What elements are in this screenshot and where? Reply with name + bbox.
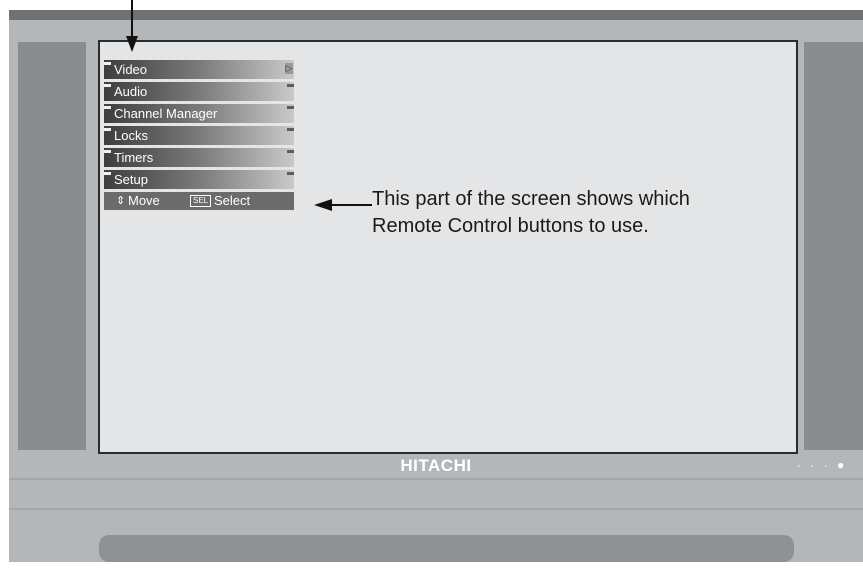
- menu-item-channel-manager[interactable]: Channel Manager: [104, 104, 294, 123]
- right-speaker: [804, 42, 863, 450]
- menu-cap-right: [287, 84, 294, 87]
- left-speaker: [18, 42, 86, 450]
- menu-item-setup[interactable]: Setup: [104, 170, 294, 189]
- power-indicator-icon: · · · ●: [797, 458, 848, 472]
- brand-logo: HITACHI: [400, 456, 472, 475]
- menu-cap-left: [104, 106, 111, 109]
- callout-line-1: This part of the screen shows which: [372, 188, 690, 210]
- tv-top-edge: [9, 10, 863, 20]
- menu-item-label: Timers: [114, 150, 154, 165]
- menu-item-label: Channel Manager: [114, 106, 218, 121]
- select-hint: Select: [214, 193, 251, 208]
- menu-item-label: Video: [114, 62, 148, 77]
- move-hint: Move: [128, 193, 160, 208]
- menu-item-audio[interactable]: Audio: [104, 82, 294, 101]
- bezel-divider-lower: [9, 508, 863, 510]
- menu-cap-right: [287, 106, 294, 109]
- menu-item-label: Audio: [114, 84, 148, 99]
- menu-cap-right: [287, 172, 294, 175]
- callout-line-2: Remote Control buttons to use.: [372, 215, 649, 237]
- menu-cap-left: [104, 150, 111, 153]
- up-down-arrow-icon: ⇕: [116, 195, 126, 207]
- tv-stand: [99, 535, 794, 562]
- menu-item-video[interactable]: Video ▷: [104, 60, 294, 79]
- sel-button-icon: SEL: [190, 195, 212, 207]
- menu-cap-left: [104, 84, 111, 87]
- menu-item-timers[interactable]: Timers: [104, 148, 294, 167]
- menu-cap-left: [104, 172, 111, 175]
- menu-cap-right: [287, 150, 294, 153]
- menu-item-label: Locks: [114, 128, 148, 143]
- main-menu: Video ▷ Audio Channel Manager Locks Time…: [104, 60, 294, 210]
- menu-cap-left: [104, 62, 111, 65]
- menu-item-label: Setup: [114, 172, 148, 187]
- submenu-arrow-icon: ▷: [285, 63, 293, 74]
- callout-text: This part of the screen shows which Remo…: [372, 186, 690, 240]
- menu-item-locks[interactable]: Locks: [104, 126, 294, 145]
- menu-cap-left: [104, 128, 111, 131]
- bezel-divider: [9, 478, 863, 480]
- menu-cap-right: [287, 128, 294, 131]
- remote-help-bar: ⇕ Move SEL Select: [104, 192, 294, 210]
